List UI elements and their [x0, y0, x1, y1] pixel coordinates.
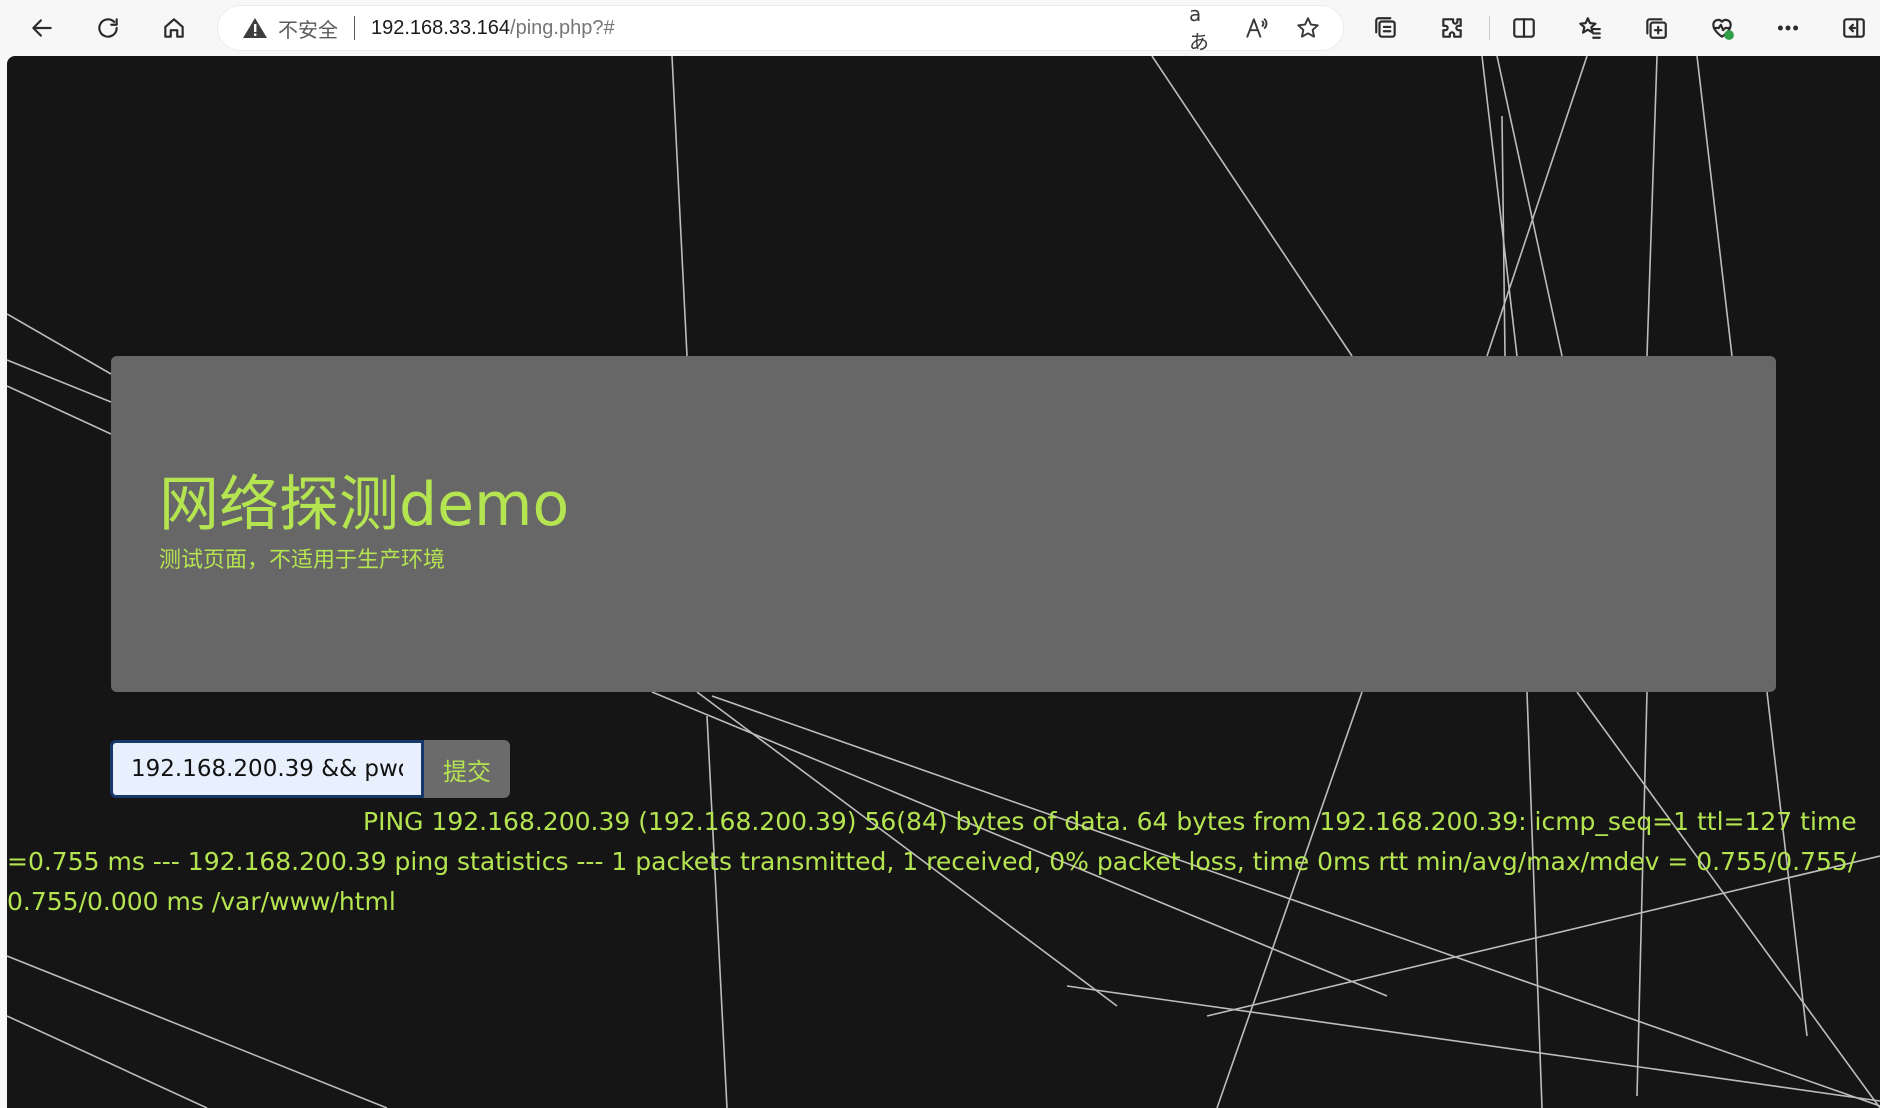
extensions-button[interactable]	[1434, 10, 1470, 46]
home-button[interactable]	[156, 10, 192, 46]
split-screen-icon	[1513, 18, 1535, 38]
collections-button[interactable]	[1638, 10, 1674, 46]
page-title: 网络探测demo	[159, 470, 570, 540]
browser-toolbar: 不安全 192.168.33.164/ping.php?# aあ	[0, 0, 1880, 56]
ping-form: 提交	[110, 740, 510, 798]
url-path[interactable]: /ping.php?#	[510, 17, 615, 40]
back-arrow-icon	[32, 19, 52, 37]
translate-icon[interactable]: aあ	[1189, 2, 1219, 54]
refresh-button[interactable]	[90, 10, 126, 46]
more-dots-icon	[1777, 25, 1799, 31]
split-screen-button[interactable]	[1506, 10, 1542, 46]
sidebar-toggle-button[interactable]	[1836, 10, 1872, 46]
back-button[interactable]	[24, 10, 60, 46]
refresh-icon	[98, 18, 118, 38]
address-bar-actions: aあ	[1189, 2, 1323, 54]
address-bar[interactable]: 不安全 192.168.33.164/ping.php?# aあ	[218, 2, 1343, 54]
ip-address-input[interactable]	[110, 740, 424, 798]
security-status-label[interactable]: 不安全	[278, 14, 338, 43]
home-icon	[164, 18, 184, 38]
read-aloud-icon[interactable]	[1241, 13, 1271, 43]
page-subtitle: 测试页面，不适用于生产环境	[159, 548, 446, 573]
favorite-star-icon[interactable]	[1293, 13, 1323, 43]
submit-button[interactable]: 提交	[424, 740, 510, 798]
tab-actions-button[interactable]	[1368, 10, 1404, 46]
browser-essentials-button[interactable]	[1704, 10, 1740, 46]
warning-icon[interactable]	[242, 16, 268, 40]
url-host[interactable]: 192.168.33.164	[371, 17, 510, 40]
tab-actions-icon	[1375, 17, 1396, 38]
more-menu-button[interactable]	[1770, 10, 1806, 46]
sidebar-toggle-icon	[1843, 18, 1865, 38]
toolbar-divider	[1489, 16, 1490, 40]
heart-pulse-icon	[1712, 18, 1734, 40]
ping-result-output: PING 192.168.200.39 (192.168.200.39) 56(…	[7, 807, 1857, 916]
hero-panel: 网络探测demo 测试页面，不适用于生产环境	[111, 356, 1776, 692]
favorites-button[interactable]	[1572, 10, 1608, 46]
collections-icon	[1646, 18, 1667, 39]
favorites-list-icon	[1579, 17, 1601, 39]
page-viewport: 网络探测demo 测试页面，不适用于生产环境 提交 PING 192.168.2…	[7, 56, 1880, 1108]
extensions-puzzle-icon	[1442, 18, 1462, 38]
address-divider	[354, 16, 355, 40]
